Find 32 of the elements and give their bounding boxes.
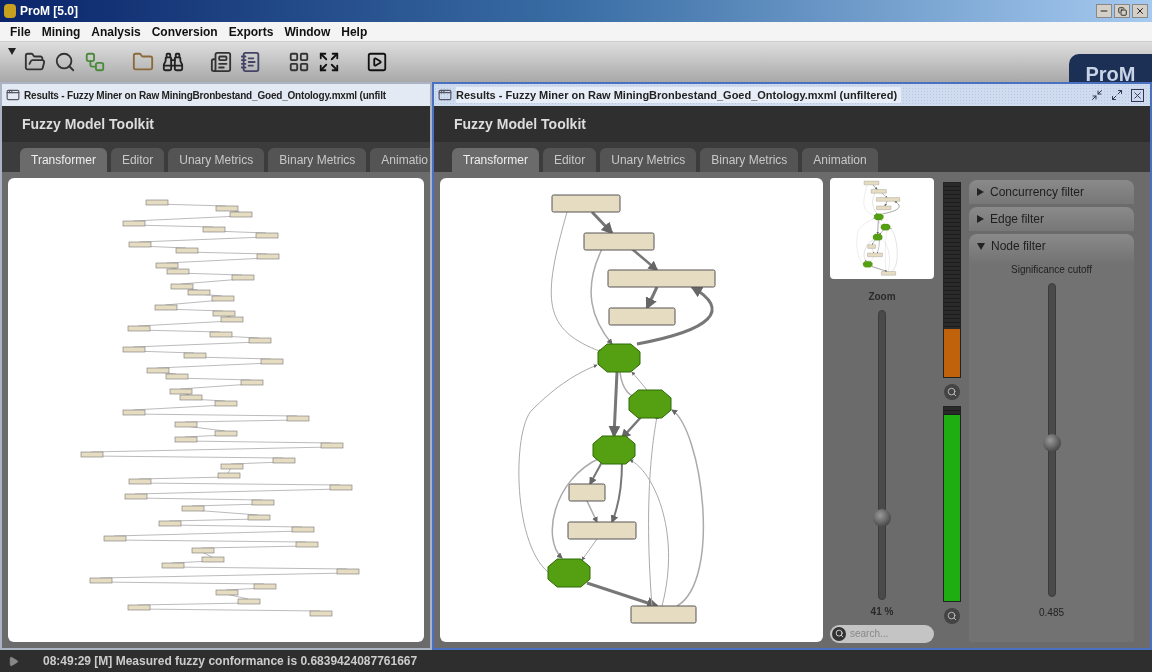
- menu-item[interactable]: File: [10, 22, 31, 41]
- zoom-reading: 41 %: [870, 604, 894, 619]
- logo-text: ProM: [1085, 64, 1136, 84]
- tab[interactable]: Unary Metrics: [168, 148, 265, 172]
- tab[interactable]: Transformer: [452, 148, 539, 172]
- menu-item[interactable]: Help: [341, 22, 368, 41]
- menu-item[interactable]: Exports: [228, 22, 274, 41]
- status-message: 08:49:29 [M] Measured fuzzy conformance is 0.6839424087761667: [43, 653, 418, 670]
- tab[interactable]: Binary Metrics: [700, 148, 799, 172]
- tab[interactable]: Animation: [802, 148, 878, 172]
- toolkit-title: Fuzzy Model Toolkit: [454, 114, 586, 134]
- tab[interactable]: Editor: [542, 148, 597, 172]
- search-field[interactable]: search...: [830, 624, 934, 643]
- window-title: ProM [5.0]: [20, 3, 78, 20]
- tab[interactable]: Transformer: [20, 148, 107, 172]
- zoom-label: Zoom: [868, 289, 896, 304]
- filter-header[interactable]: Edge filter: [969, 207, 1134, 231]
- filter-header[interactable]: Concurrency filter: [969, 180, 1134, 204]
- menu-item[interactable]: Conversion: [151, 22, 218, 41]
- slider-label: Significance cutoff: [1011, 263, 1092, 277]
- frame-title: Results - Fuzzy Miner on Raw MiningBronbestand_Goed_Ontology.mxml (unfiltered): [456, 86, 902, 104]
- menu-item[interactable]: Mining: [41, 22, 81, 41]
- filter-header[interactable]: Node filter: [969, 234, 1134, 258]
- tab[interactable]: Animatio: [370, 148, 430, 172]
- frame-title: Results - Fuzzy Miner on Raw MiningBronbestand_Goed_Ontology.mxml (unfilt: [24, 88, 386, 103]
- menu-item[interactable]: Analysis: [91, 22, 141, 41]
- menu-item[interactable]: Window: [284, 22, 331, 41]
- toolkit-title: Fuzzy Model Toolkit: [22, 114, 154, 134]
- tab[interactable]: Binary Metrics: [268, 148, 367, 172]
- tab[interactable]: Editor: [110, 148, 165, 172]
- tab[interactable]: Unary Metrics: [600, 148, 697, 172]
- slider-reading: 0.485: [1039, 606, 1064, 620]
